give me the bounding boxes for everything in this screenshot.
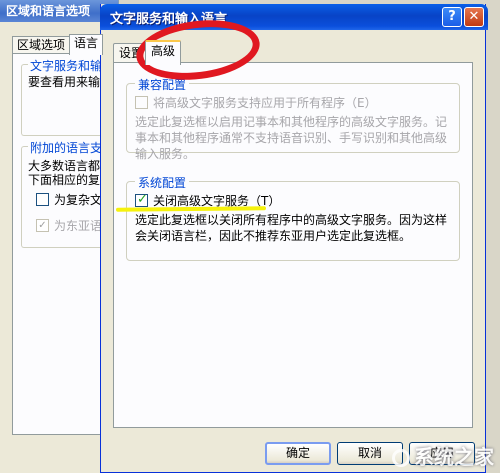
east-asian-label: 为东亚语 [54,219,103,233]
tab-languages[interactable]: 语言 [69,34,104,55]
apply-to-all-label: 将高级文字服务支持应用于所有程序（E） [153,96,377,110]
ok-button[interactable]: 确定 [265,442,331,465]
system-description: 选定此复选框以关闭所有程序中的高级文字服务。因为这样会关闭语言栏，因此不推荐东亚… [135,213,448,243]
checkmark-icon: ✓ [137,192,148,207]
tab-region-options[interactable]: 区域选项 [12,36,71,54]
complex-script-checkbox[interactable] [36,193,49,206]
compat-description: 选定此复选框以启用记事本和其他程序的高级文字服务。记事本和其他程序通常不支持语音… [135,115,448,161]
watermark: 系统之家 [392,441,494,470]
tab-advanced[interactable]: 高级 [145,40,182,65]
watermark-logo-icon [392,449,410,467]
watermark-text: 系统之家 [414,445,494,469]
compat-config-group: 兼容配置 将高级文字服务支持应用于所有程序（E） 选定此复选框以启用记事本和其他… [126,76,460,161]
supplemental-language-group-title: 附加的语言支 [28,139,105,156]
east-asian-checkbox: ✓ [36,219,49,232]
system-config-title: 系统配置 [135,174,190,191]
apply-to-all-checkbox [135,96,148,109]
advanced-tab-panel: 兼容配置 将高级文字服务支持应用于所有程序（E） 选定此复选框以启用记事本和其他… [113,62,473,428]
text-services-group-title: 文字服务和输 [28,57,105,74]
help-button[interactable]: ? [442,7,462,27]
text-services-hint: 要查看用来输 [28,75,101,89]
turn-off-advanced-checkbox[interactable]: ✓ [135,192,148,207]
supplemental-language-line2: 下面相应的复 [28,173,101,187]
close-button[interactable]: ✕ [464,7,484,27]
complex-script-label: 为复杂文 [54,193,103,207]
system-config-group: 系统配置 ✓ 关闭高级文字服务（T） 选定此复选框以关闭所有程序中的高级文字服务… [126,174,460,261]
dialog-titlebar[interactable]: 文字服务和输入语言 ? ✕ [100,4,488,30]
